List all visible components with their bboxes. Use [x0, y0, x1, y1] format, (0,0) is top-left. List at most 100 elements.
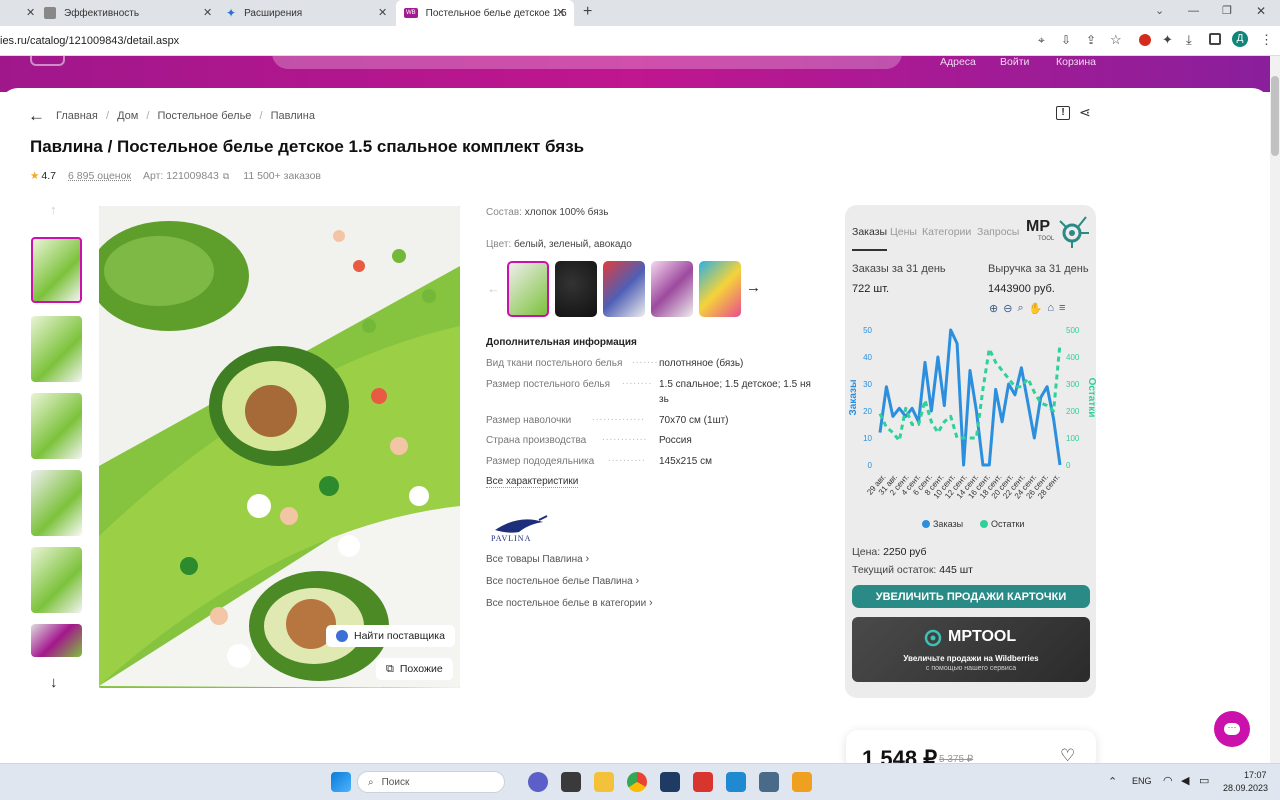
zoom-out-icon[interactable]: ⊖ [1003, 302, 1012, 315]
app-icon[interactable] [561, 772, 581, 792]
crumb-brand[interactable]: Павлина [271, 110, 315, 122]
notes-icon[interactable] [759, 772, 779, 792]
thumbnail-6[interactable] [31, 624, 82, 657]
star-icon[interactable]: ☆ [1110, 32, 1122, 48]
chart-menu-icon[interactable]: ≡ [1059, 302, 1065, 315]
share-icon[interactable]: ⇪ [1086, 33, 1096, 47]
color-swatch-4[interactable] [651, 261, 693, 317]
tray-chevron-icon[interactable]: ⌃ [1108, 775, 1117, 788]
series-line-orders [878, 328, 1062, 467]
thumbnail-4[interactable] [31, 470, 82, 536]
share-icon[interactable]: ⋖ [1079, 104, 1091, 121]
widget-tab-queries[interactable]: Запросы [977, 226, 1019, 238]
copy-icon[interactable]: ⧉ [223, 171, 229, 182]
mptool-banner[interactable]: MPTOOL Увеличьте продажи на Wildberries … [852, 617, 1090, 682]
clock-time[interactable]: 17:07 [1244, 770, 1267, 780]
widget-tab-orders[interactable]: Заказы [852, 226, 887, 238]
product-main-image[interactable] [99, 206, 460, 688]
security-app-icon[interactable] [660, 772, 680, 792]
location-icon[interactable]: ⌖ [1038, 33, 1045, 48]
taskbar-search[interactable]: ⌕ Поиск [357, 771, 505, 793]
tab-extensions[interactable]: ✦ Расширения [226, 0, 392, 26]
language-indicator[interactable]: ENG [1132, 776, 1152, 786]
arrow-up-icon[interactable]: ↑ [50, 202, 57, 217]
widget-tab-categories[interactable]: Категории [922, 226, 971, 238]
menu-dots-icon[interactable]: ⋮ [1260, 32, 1273, 48]
profile-avatar[interactable]: Д [1232, 31, 1248, 47]
battery-icon[interactable]: ▭ [1199, 774, 1209, 787]
crumb-home[interactable]: Главная [56, 110, 98, 122]
reviews-link[interactable]: 6 895 оценок [68, 170, 131, 182]
folder-icon[interactable] [594, 772, 614, 792]
chrome-icon[interactable] [627, 772, 647, 792]
thumbnail-2[interactable] [31, 316, 82, 382]
color-swatch-3[interactable] [603, 261, 645, 317]
chat-button[interactable]: ··· [1214, 711, 1250, 747]
office-app-icon[interactable] [693, 772, 713, 792]
all-characteristics-link[interactable]: Все характеристики [486, 476, 579, 488]
download-icon[interactable]: ⤓ [1186, 32, 1192, 48]
nav-addresses[interactable]: Адреса [940, 56, 976, 68]
find-supplier-button[interactable]: Найти поставщика [326, 625, 455, 647]
extension-icon[interactable] [1139, 34, 1151, 46]
y-tick-label: 40 [863, 353, 872, 362]
new-tab-icon[interactable]: + [583, 3, 592, 21]
swatch-prev-icon[interactable]: ← [487, 281, 500, 296]
minimize-icon[interactable]: — [1188, 5, 1199, 17]
color-swatch-1[interactable] [507, 261, 549, 317]
volume-icon[interactable]: ◀ [1181, 774, 1189, 787]
sidebar-icon[interactable] [1209, 33, 1221, 45]
search-input[interactable] [272, 56, 902, 69]
y-tick-label: 50 [863, 326, 872, 335]
chat-app-icon[interactable] [528, 772, 548, 792]
crumb-bedding[interactable]: Постельное белье [158, 110, 252, 122]
close-tab-icon[interactable]: ✕ [556, 6, 565, 19]
link-brand-bedding[interactable]: Все постельное белье Павлина › [486, 575, 639, 587]
thumbnail-1[interactable] [31, 237, 82, 303]
vscode-icon[interactable] [726, 772, 746, 792]
link-category-bedding[interactable]: Все постельное белье в категории › [486, 597, 653, 609]
close-tab-icon[interactable]: ✕ [378, 6, 387, 19]
puzzle-icon: ✦ [226, 6, 237, 20]
home-icon[interactable]: ⌂ [1047, 302, 1054, 315]
zoom-in-icon[interactable]: ⊕ [989, 302, 998, 315]
restore-icon[interactable]: ❐ [1222, 4, 1232, 17]
window-close-icon[interactable]: ✕ [1256, 4, 1266, 18]
windows-start-icon[interactable] [331, 772, 351, 792]
color-swatch-2[interactable] [555, 261, 597, 317]
brand-logo[interactable]: PAVLINA [489, 512, 555, 544]
mptool-logo-text: MP [1026, 218, 1050, 235]
link-all-brand-items[interactable]: Все товары Павлина › [486, 553, 589, 565]
puzzle-icon[interactable]: ✦ [1162, 32, 1173, 48]
chat-icon: ··· [1224, 723, 1240, 735]
arrow-down-icon[interactable]: ↓ [50, 674, 58, 691]
url-field[interactable]: ies.ru/catalog/121009843/detail.aspx [0, 35, 179, 47]
close-tab-icon[interactable]: ✕ [26, 6, 35, 19]
back-arrow-icon[interactable]: ← [28, 106, 45, 126]
nav-login[interactable]: Войти [1000, 56, 1029, 68]
crumb-home-goods[interactable]: Дом [117, 110, 138, 122]
nav-cart[interactable]: Корзина [1056, 56, 1096, 68]
burger-menu-icon[interactable] [30, 56, 65, 66]
zoom-select-icon[interactable]: ⌕ [1017, 302, 1023, 315]
install-icon[interactable]: ⇩ [1061, 33, 1071, 47]
similar-button[interactable]: ⧉ Похожие [376, 658, 453, 680]
wifi-icon[interactable]: ◠ [1163, 774, 1173, 787]
color-swatch-5[interactable] [699, 261, 741, 317]
chevron-down-icon[interactable]: ⌄ [1155, 4, 1164, 17]
snipping-icon[interactable] [792, 772, 812, 792]
link-label: Все товары Павлина [486, 554, 583, 565]
close-tab-icon[interactable]: ✕ [203, 6, 212, 19]
thumbnail-3[interactable] [31, 393, 82, 459]
report-icon[interactable]: ! [1056, 106, 1070, 120]
swatch-next-icon[interactable]: → [746, 279, 761, 296]
widget-tab-prices[interactable]: Цены [890, 226, 917, 238]
scrollbar[interactable] [1270, 56, 1280, 763]
clock-date[interactable]: 28.09.2023 [1223, 783, 1268, 793]
tab-product[interactable]: WB Постельное белье детское 1.5 [396, 0, 574, 26]
tab-effectiveness[interactable]: Эффективность [44, 0, 216, 26]
pan-hand-icon[interactable]: ✋ [1029, 302, 1043, 315]
thumbnail-5[interactable] [31, 547, 82, 613]
boost-sales-button[interactable]: УВЕЛИЧИТЬ ПРОДАЖИ КАРТОЧКИ [852, 585, 1090, 608]
scrollbar-thumb[interactable] [1271, 76, 1279, 156]
